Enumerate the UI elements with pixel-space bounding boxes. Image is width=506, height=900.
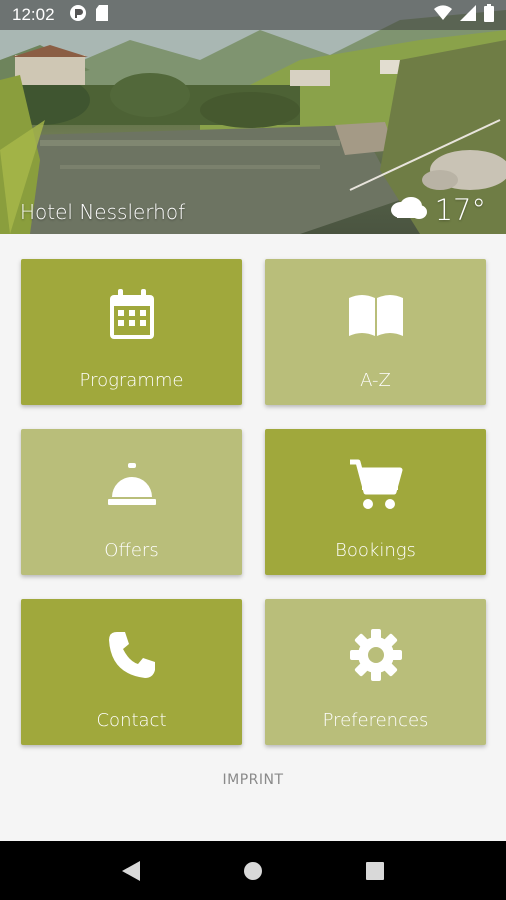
- hero-image: 12:02 Hotel Nesslerhof 17°: [0, 0, 506, 234]
- tile-label: Bookings: [335, 540, 416, 561]
- cloud-icon: [389, 193, 427, 227]
- status-time: 12:02: [12, 5, 55, 24]
- tile-label: Preferences: [322, 710, 429, 731]
- tile-label: Programme: [79, 370, 184, 391]
- hotel-name: Hotel Nesslerhof: [20, 200, 186, 224]
- tile-a-z[interactable]: A-Z: [265, 259, 486, 405]
- app-notification-icon: [69, 4, 87, 26]
- home-icon[interactable]: [233, 851, 273, 891]
- tile-label: Offers: [104, 540, 159, 561]
- signal-icon: [460, 5, 476, 25]
- tile-programme[interactable]: Programme: [21, 259, 242, 405]
- tile-label: A-Z: [360, 370, 391, 391]
- temperature: 17°: [434, 193, 486, 227]
- phone-icon: [107, 627, 157, 683]
- tile-label: Contact: [96, 710, 167, 731]
- book-icon: [347, 287, 405, 343]
- recents-icon[interactable]: [355, 851, 395, 891]
- sd-card-icon: [95, 4, 109, 26]
- imprint-link[interactable]: IMPRINT: [0, 772, 506, 788]
- wifi-icon: [434, 5, 452, 25]
- battery-icon: [484, 4, 494, 26]
- system-nav-bar: [0, 841, 506, 900]
- service-bell-icon: [106, 457, 158, 513]
- cart-icon: [348, 457, 404, 513]
- tile-offers[interactable]: Offers: [21, 429, 242, 575]
- weather-widget: 17°: [389, 193, 486, 227]
- tile-contact[interactable]: Contact: [21, 599, 242, 745]
- tile-preferences[interactable]: Preferences: [265, 599, 486, 745]
- gear-icon: [349, 627, 403, 683]
- status-bar: 12:02: [0, 0, 506, 30]
- tile-bookings[interactable]: Bookings: [265, 429, 486, 575]
- back-icon[interactable]: [111, 851, 151, 891]
- calendar-icon: [108, 287, 156, 343]
